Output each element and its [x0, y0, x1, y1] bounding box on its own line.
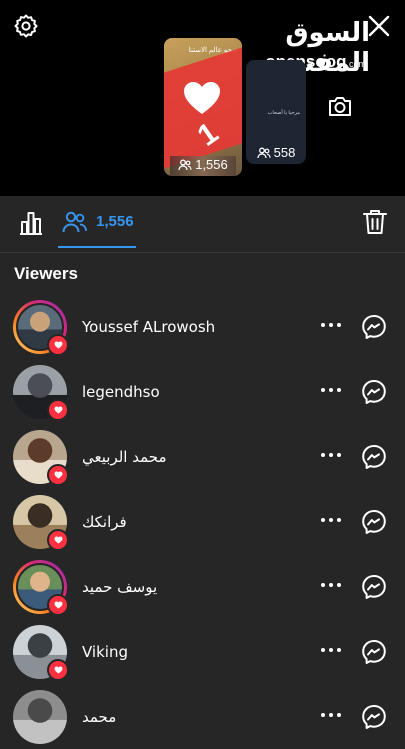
people-icon [256, 147, 271, 158]
heart-sticker-icon [184, 82, 220, 114]
avatar[interactable] [13, 625, 69, 681]
story-viewer-count: 1,556 [164, 157, 242, 172]
more-horizontal-icon[interactable] [320, 450, 342, 460]
close-icon[interactable] [365, 12, 393, 40]
viewer-row[interactable]: يوسف حميد [0, 554, 405, 619]
avatar-image [13, 690, 67, 744]
more-horizontal-icon[interactable] [320, 645, 342, 655]
gear-icon[interactable] [12, 12, 40, 40]
viewer-name[interactable]: legendhso [82, 383, 160, 401]
viewer-name[interactable]: محمد [82, 708, 116, 726]
heart-icon [47, 529, 69, 551]
heart-icon [47, 334, 69, 356]
viewer-name[interactable]: محمد الربيعي [82, 448, 167, 466]
messenger-icon[interactable] [361, 574, 387, 600]
heart-icon [47, 399, 69, 421]
heart-icon [47, 659, 69, 681]
avatar[interactable] [13, 560, 69, 616]
avatar[interactable] [13, 430, 69, 486]
viewer-row[interactable]: legendhso [0, 359, 405, 424]
messenger-icon[interactable] [361, 639, 387, 665]
camera-icon[interactable] [326, 92, 354, 120]
messenger-icon[interactable] [361, 509, 387, 535]
story-thumbnail-next[interactable]: مرحبا يا أصحاب 558 [246, 60, 306, 164]
viewer-row[interactable]: محمد الربيعي [0, 424, 405, 489]
viewer-row[interactable]: Youssef ALrowosh [0, 294, 405, 359]
more-horizontal-icon[interactable] [320, 385, 342, 395]
viewers-count: 1,556 [96, 213, 134, 230]
story-thumbnail-current[interactable]: صحو عالم الاستنا 1 1,556 [164, 38, 242, 176]
messenger-icon[interactable] [361, 379, 387, 405]
story-caption: مرحبا يا أصحاب [267, 110, 300, 116]
viewer-row[interactable]: فرانكك [0, 489, 405, 554]
bar-chart-icon[interactable] [18, 210, 44, 236]
people-icon [62, 211, 87, 233]
section-title: Viewers [14, 264, 78, 283]
viewer-name[interactable]: Viking [82, 643, 128, 661]
more-horizontal-icon[interactable] [320, 515, 342, 525]
messenger-icon[interactable] [361, 314, 387, 340]
more-horizontal-icon[interactable] [320, 580, 342, 590]
story-viewer-count: 558 [246, 145, 306, 160]
viewer-row[interactable]: Viking [0, 619, 405, 684]
story-insights-tabs: 1,556 [0, 196, 405, 253]
avatar[interactable] [13, 365, 69, 421]
avatar[interactable] [13, 300, 69, 356]
tab-viewers[interactable]: 1,556 [58, 196, 136, 248]
messenger-icon[interactable] [361, 444, 387, 470]
story-header: السوق المفتوح opensooq.com صحو عالم الاس… [0, 0, 405, 196]
viewer-name[interactable]: يوسف حميد [82, 578, 157, 596]
heart-icon [47, 594, 69, 616]
trash-icon[interactable] [362, 208, 388, 236]
viewer-name[interactable]: فرانكك [82, 513, 127, 531]
more-horizontal-icon[interactable] [320, 710, 342, 720]
avatar[interactable] [13, 495, 69, 551]
avatar[interactable] [13, 690, 67, 744]
viewer-list: Youssef ALrowosh legendhso محمد الربيعي … [0, 294, 405, 749]
heart-icon [47, 464, 69, 486]
more-horizontal-icon[interactable] [320, 320, 342, 330]
people-icon [178, 159, 192, 170]
viewer-row[interactable]: محمد [0, 684, 405, 749]
messenger-icon[interactable] [361, 704, 387, 730]
viewer-name[interactable]: Youssef ALrowosh [82, 318, 215, 336]
